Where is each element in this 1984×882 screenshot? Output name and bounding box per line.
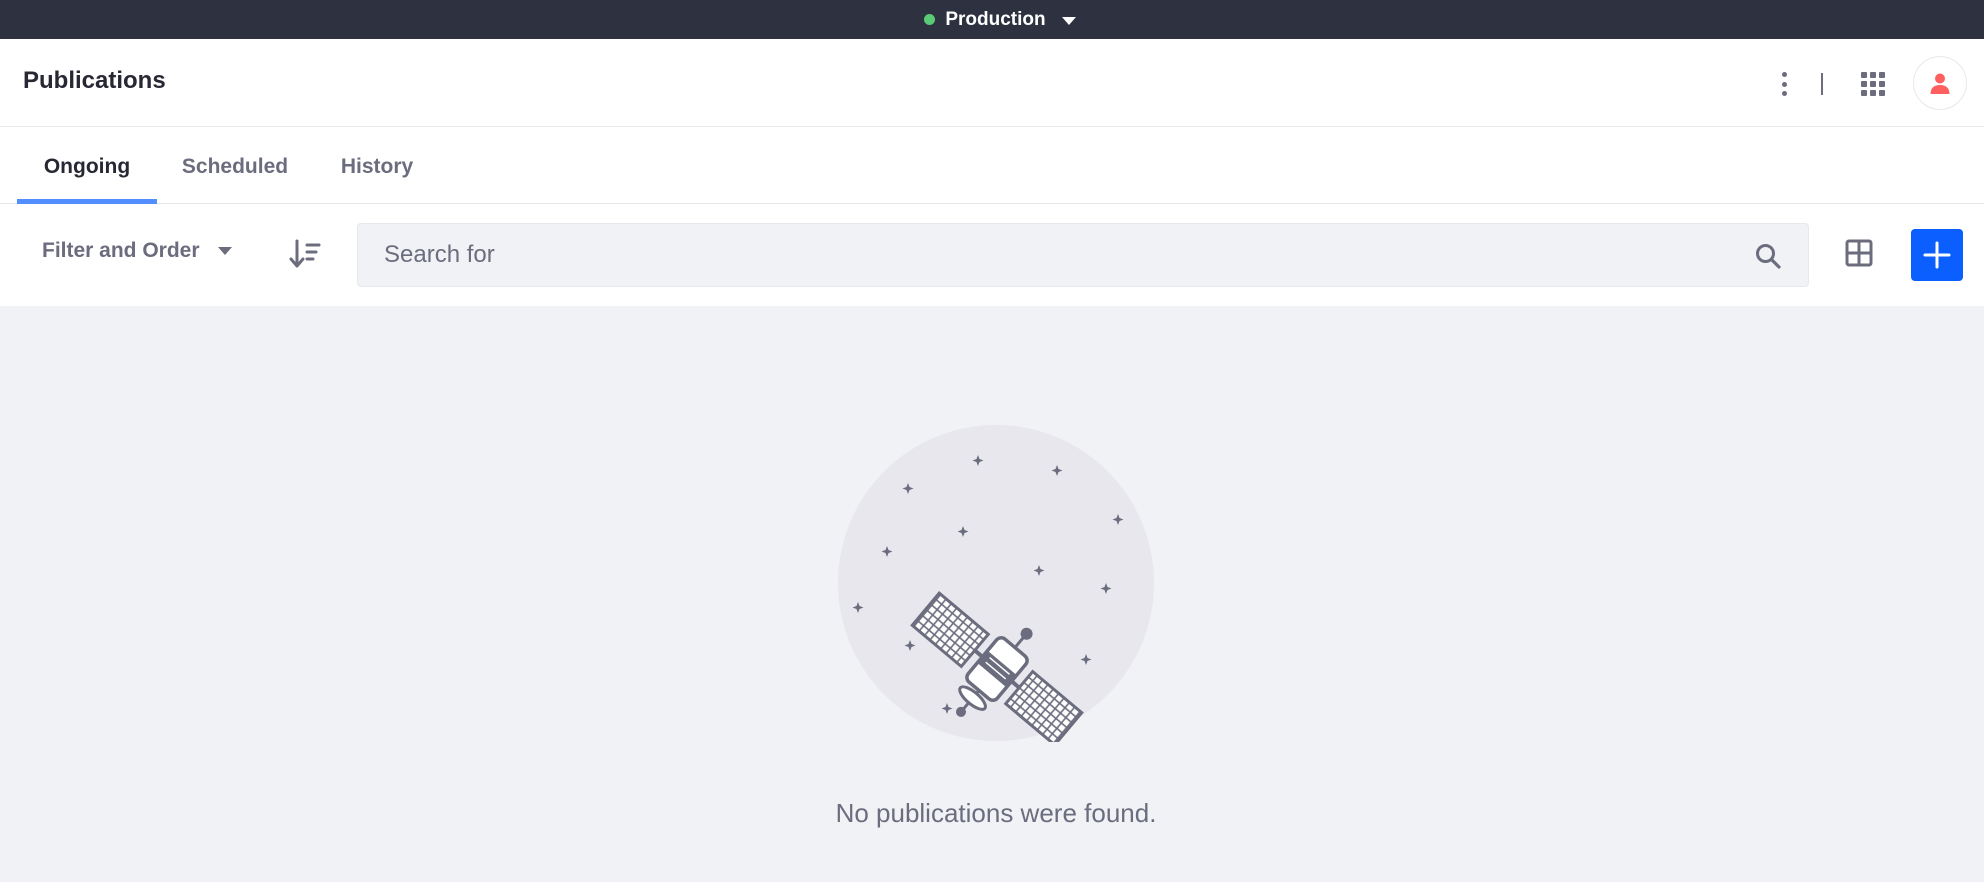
search-input[interactable] [358,224,1728,286]
filter-and-order-label: Filter and Order [42,239,200,262]
management-toolbar: Filter and Order [0,204,1984,306]
environment-selector[interactable]: Production [924,8,1076,31]
cards-view-icon[interactable] [1845,239,1873,267]
environment-name: Production [945,8,1046,30]
order-arrow-down-icon[interactable] [289,237,323,271]
add-publication-button[interactable] [1911,229,1963,281]
search-box [357,223,1809,287]
options-vertical-icon[interactable] [1772,70,1796,98]
page-header: Publications [0,39,1984,127]
page-title: Publications [23,67,166,94]
search-icon[interactable] [1755,243,1781,269]
user-avatar-icon [1930,73,1950,94]
caret-down-icon [217,247,232,255]
plus-icon [1923,241,1951,269]
header-divider [1821,73,1823,95]
empty-state-message: No publications were found. [835,798,1157,828]
environment-status-dot [924,14,936,25]
apps-grid-icon[interactable] [1861,72,1885,96]
caret-down-icon [1061,16,1076,25]
environment-bar: Production [0,0,1984,39]
tab-history[interactable]: History [329,127,425,203]
filter-and-order-dropdown[interactable]: Filter and Order [42,239,232,263]
tab-bar: Ongoing Scheduled History [0,127,1984,204]
tab-ongoing[interactable]: Ongoing [17,127,157,204]
satellite-icon [838,425,1154,742]
tab-scheduled[interactable]: Scheduled [171,127,299,203]
user-avatar[interactable] [1913,56,1967,110]
